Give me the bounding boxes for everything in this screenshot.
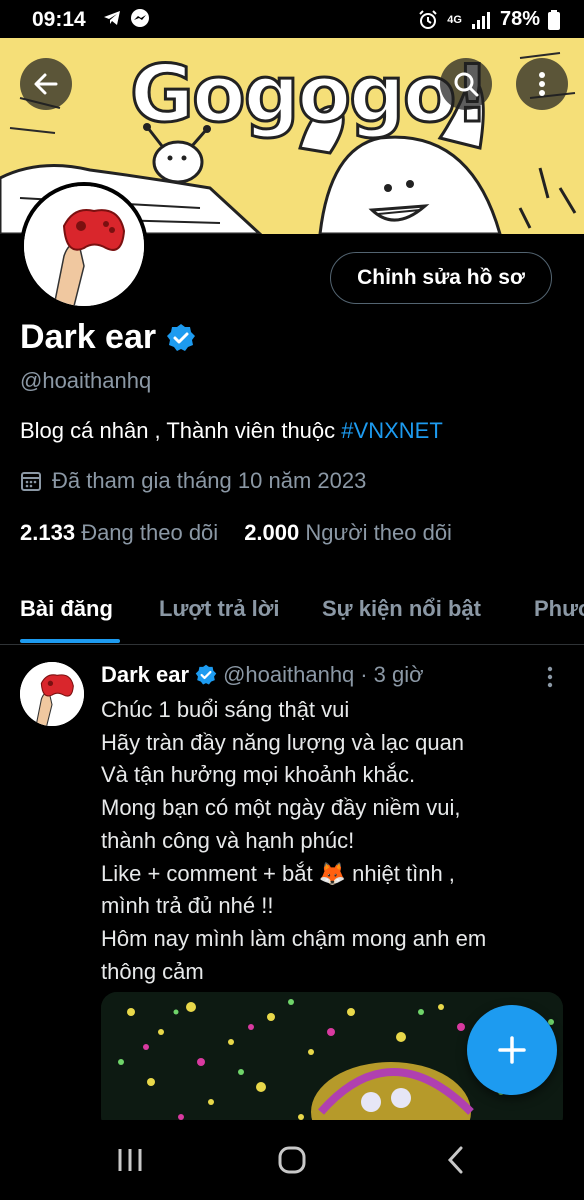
- bio-text: Blog cá nhân , Thành viên thuộc: [20, 418, 342, 443]
- post-line: Hãy tràn đầy năng lượng và lạc quan: [101, 729, 465, 755]
- post-author-handle[interactable]: @hoaithanhq: [223, 662, 354, 688]
- status-time: 09:14: [32, 8, 86, 31]
- following-count: 2.133: [20, 520, 76, 545]
- post-header: Dark ear @hoaithanhq · 3 giờ: [101, 662, 424, 688]
- avatar-image: [24, 186, 144, 306]
- follow-stats: 2.133 Đang theo dõi 2.000 Người theo dõi: [20, 520, 452, 546]
- post-line: mình trả đủ nhé !!: [101, 893, 274, 919]
- profile-name-row: Dark ear: [20, 318, 196, 357]
- system-nav-bar: [0, 1120, 584, 1200]
- post-line: Mong bạn có một ngày đầy niềm vui,: [101, 795, 461, 821]
- recents-button[interactable]: [100, 1140, 160, 1180]
- verified-badge-icon: [195, 664, 217, 686]
- banner-title: Gogogo!: [128, 49, 491, 142]
- post-author-name[interactable]: Dark ear: [101, 662, 189, 688]
- status-bar: 09:14 4G 78%: [0, 0, 584, 38]
- verified-badge-icon[interactable]: [166, 323, 196, 353]
- post-line: Hôm nay mình làm chậm mong anh em: [101, 925, 487, 951]
- tab-posts[interactable]: Bài đăng: [20, 596, 113, 622]
- telegram-icon: [102, 8, 122, 28]
- messenger-icon: [130, 8, 150, 28]
- following-label: Đang theo dõi: [81, 520, 219, 545]
- post-line: thông cảm: [101, 958, 204, 984]
- more-options-button[interactable]: [516, 58, 568, 110]
- alarm-icon: [417, 9, 439, 31]
- profile-bio: Blog cá nhân , Thành viên thuộc #VNXNET: [20, 418, 443, 444]
- post-author-avatar[interactable]: [20, 662, 84, 726]
- post-text: Chúc 1 buổi sáng thật vui Hãy tràn đầy n…: [101, 694, 571, 988]
- post-separator: ·: [360, 662, 368, 687]
- post-line: Chúc 1 buổi sáng thật vui: [101, 697, 350, 722]
- arrow-left-icon: [32, 70, 60, 98]
- plus-icon: [496, 1034, 528, 1066]
- home-button[interactable]: [262, 1140, 322, 1180]
- home-icon: [277, 1145, 307, 1175]
- battery-icon: [548, 9, 560, 30]
- nav-back-button[interactable]: [426, 1140, 486, 1180]
- post-line: Và tận hưởng mọi khoảnh khắc.: [101, 762, 416, 788]
- post-line: thành công và hạnh phúc!: [101, 827, 355, 853]
- followers-count: 2.000: [244, 520, 300, 545]
- recents-icon: [116, 1147, 144, 1173]
- joined-date-row: Đã tham gia tháng 10 năm 2023: [20, 468, 366, 494]
- chevron-left-icon: [446, 1145, 466, 1175]
- compose-post-button[interactable]: [467, 1005, 557, 1095]
- following-link[interactable]: 2.133 Đang theo dõi: [20, 520, 218, 546]
- search-button[interactable]: [440, 58, 492, 110]
- post-line: Like + comment + bắt 🦊 nhiệt tình ,: [101, 860, 455, 886]
- post-more-button[interactable]: [540, 664, 560, 690]
- profile-tabs: Bài đăng Lượt trả lời Sự kiện nổi bật Ph…: [0, 592, 584, 645]
- edit-profile-button[interactable]: Chỉnh sửa hồ sơ: [330, 252, 552, 304]
- profile-avatar[interactable]: [20, 182, 148, 310]
- search-icon: [452, 70, 480, 98]
- active-tab-indicator: [20, 639, 120, 643]
- post-avatar-image: [20, 662, 84, 726]
- more-vertical-icon: [538, 70, 546, 98]
- more-vertical-icon: [540, 664, 560, 690]
- joined-date: Đã tham gia tháng 10 năm 2023: [52, 468, 367, 493]
- post-time: 3 giờ: [373, 662, 424, 687]
- tab-highlights[interactable]: Sự kiện nổi bật: [322, 596, 481, 622]
- profile-name: Dark ear: [20, 318, 157, 356]
- back-button[interactable]: [20, 58, 72, 110]
- followers-label: Người theo dõi: [305, 520, 452, 545]
- battery-percent: 78%: [499, 8, 540, 30]
- network-type: 4G: [447, 13, 462, 26]
- calendar-icon: [20, 470, 42, 492]
- followers-link[interactable]: 2.000 Người theo dõi: [244, 520, 452, 546]
- tab-media[interactable]: Phươ: [534, 596, 584, 622]
- profile-handle: @hoaithanhq: [20, 368, 152, 393]
- bio-hashtag[interactable]: #VNXNET: [341, 418, 442, 443]
- tab-replies[interactable]: Lượt trả lời: [159, 596, 280, 622]
- signal-icon: [470, 10, 492, 30]
